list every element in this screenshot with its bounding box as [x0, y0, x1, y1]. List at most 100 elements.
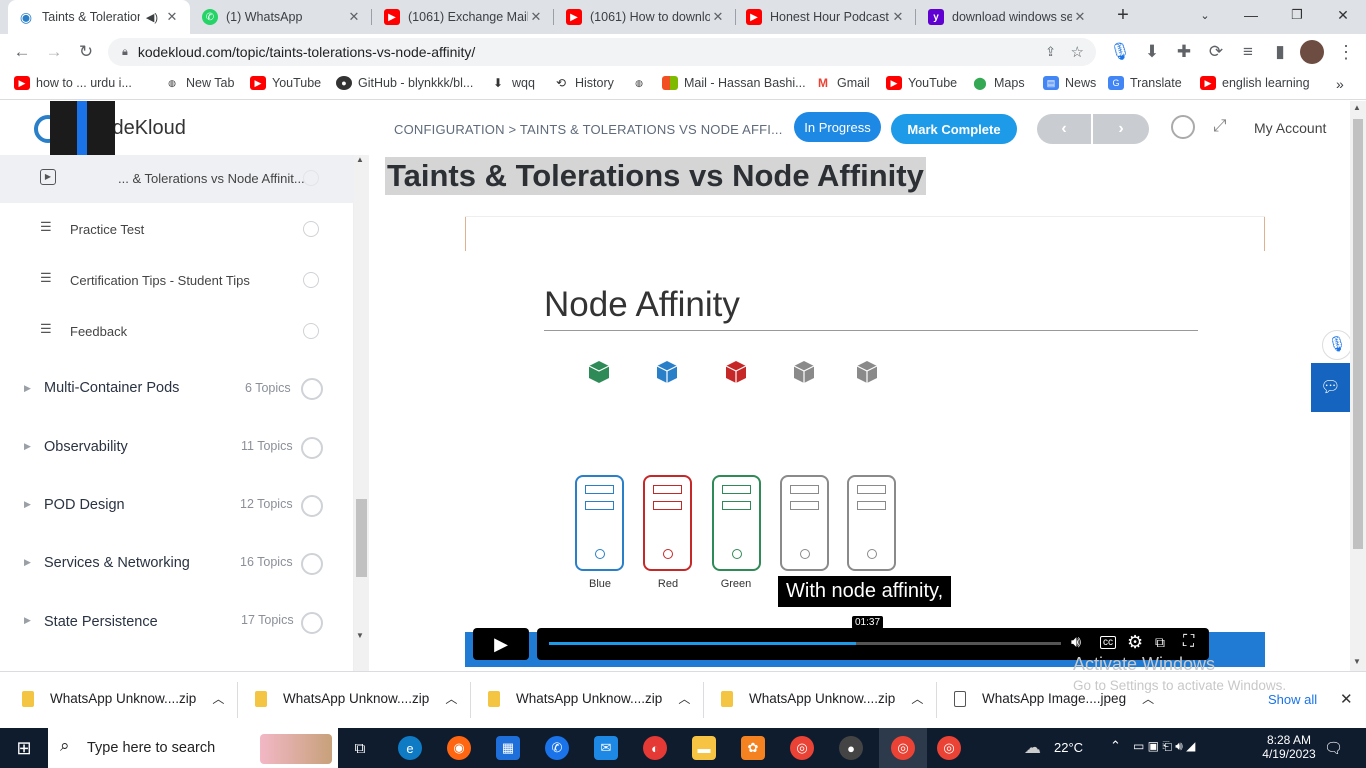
- tab-honest-hour[interactable]: ▶ Honest Hour Podcast ✕: [736, 0, 916, 34]
- sidebar-module-observability[interactable]: ▶ Observability 11 Topics: [0, 417, 354, 475]
- microphone-icon[interactable]: 🎙︎: [1108, 40, 1132, 64]
- close-tab-icon[interactable]: ✕: [164, 9, 180, 25]
- close-tab-icon[interactable]: ✕: [710, 9, 726, 25]
- chrome-profile-icon[interactable]: ◎: [937, 736, 961, 760]
- chevron-up-icon[interactable]: ︿: [445, 690, 457, 707]
- sidebar-scrollbar[interactable]: ▲ ▼: [354, 155, 369, 671]
- app-red-icon[interactable]: ◐: [643, 736, 667, 760]
- scroll-down-icon[interactable]: ▼: [1353, 657, 1361, 666]
- bookmark-item[interactable]: Mail - Hassan Bashi...: [662, 76, 806, 90]
- tab-taints-tolerations[interactable]: ◉ Taints & Toleration ◀) ✕: [8, 0, 190, 34]
- download-item[interactable]: WhatsApp Unknow....zip ︿: [22, 690, 224, 707]
- bookmark-item[interactable]: ▶ YouTube: [886, 76, 957, 90]
- show-hidden-icons-chevron[interactable]: ⌃: [1110, 738, 1121, 754]
- tab-download-windows[interactable]: y download windows se ✕: [918, 0, 1098, 34]
- close-tab-icon[interactable]: ✕: [1072, 9, 1088, 25]
- notifications-icon[interactable]: 🗨︎: [1324, 739, 1343, 757]
- close-tab-icon[interactable]: ✕: [528, 9, 544, 25]
- tab-whatsapp[interactable]: ✆ (1) WhatsApp ✕: [192, 0, 372, 34]
- bookmark-star-icon[interactable]: ☆: [1071, 43, 1084, 61]
- weather-cloud-icon[interactable]: ☁: [1024, 738, 1041, 758]
- extensions-puzzle-icon[interactable]: ✚: [1172, 40, 1196, 64]
- chevron-up-icon[interactable]: ︿: [911, 690, 923, 707]
- close-tab-icon[interactable]: ✕: [890, 9, 906, 25]
- sidebar-lesson-feedback[interactable]: ☰ Feedback: [0, 305, 354, 356]
- dark-mode-toggle-icon[interactable]: [1171, 115, 1195, 139]
- mail-icon[interactable]: ✉: [594, 736, 618, 760]
- scroll-up-icon[interactable]: ▲: [356, 155, 364, 164]
- previous-lesson-button[interactable]: ‹: [1037, 114, 1091, 144]
- address-bar[interactable]: 🔒︎ kodekloud.com/topic/taints-toleration…: [108, 38, 1096, 66]
- picture-in-picture-icon[interactable]: ⧉: [1155, 634, 1165, 651]
- profile-avatar[interactable]: [1300, 40, 1324, 64]
- bookmark-item[interactable]: ▶ YouTube: [250, 76, 321, 90]
- scroll-down-icon[interactable]: ▼: [356, 631, 364, 640]
- tab-search-icon[interactable]: ⌄: [1182, 0, 1228, 30]
- bookmark-item[interactable]: M Gmail: [815, 76, 870, 90]
- close-downloads-icon[interactable]: ✕: [1340, 690, 1353, 708]
- chrome-icon[interactable]: ◎: [790, 736, 814, 760]
- media-control-icon[interactable]: ≡: [1236, 40, 1260, 64]
- download-item[interactable]: WhatsApp Unknow....zip ︿: [721, 690, 923, 707]
- tab-how-to-download[interactable]: ▶ (1061) How to downlo ✕: [556, 0, 736, 34]
- sidebar-module-services-networking[interactable]: ▶ Services & Networking 16 Topics: [0, 533, 354, 591]
- chevron-up-icon[interactable]: ︿: [1142, 690, 1154, 707]
- next-lesson-button[interactable]: ›: [1093, 114, 1149, 144]
- more-bookmarks-icon[interactable]: »: [1336, 76, 1344, 92]
- bookmark-item[interactable]: ⬤ Maps: [972, 76, 1024, 90]
- sidebar-current-lesson[interactable]: ▶ ... & Tolerations vs Node Affinit...: [0, 155, 354, 203]
- speaker-icon[interactable]: ◀): [146, 11, 158, 24]
- close-tab-icon[interactable]: ✕: [346, 9, 362, 25]
- download-item[interactable]: WhatsApp Image....jpeg ︿: [954, 690, 1154, 707]
- chat-bubble-icon[interactable]: 💬︎: [1311, 363, 1350, 412]
- fullscreen-expand-icon[interactable]: ⤢: [1213, 116, 1227, 136]
- scrollbar-thumb[interactable]: [356, 499, 367, 577]
- windows-start-icon[interactable]: ⊞: [12, 736, 36, 760]
- edge-browser-icon[interactable]: e: [398, 736, 422, 760]
- share-icon[interactable]: ⇪: [1045, 44, 1056, 60]
- bookmark-item[interactable]: ⟲ History: [553, 76, 614, 90]
- breadcrumb[interactable]: CONFIGURATION > TAINTS & TOLERATIONS VS …: [394, 122, 783, 137]
- bookmark-item[interactable]: ● GitHub - blynkkk/bl...: [336, 76, 473, 90]
- restore-icon[interactable]: ❐: [1274, 0, 1320, 30]
- volume-icon[interactable]: 🔊︎: [1071, 634, 1081, 652]
- in-progress-button[interactable]: In Progress: [794, 112, 881, 142]
- download-item[interactable]: WhatsApp Unknow....zip ︿: [488, 690, 690, 707]
- chevron-up-icon[interactable]: ︿: [678, 690, 690, 707]
- scrollbar-thumb[interactable]: [1353, 119, 1363, 549]
- reload-icon[interactable]: ↻: [74, 40, 98, 64]
- new-tab-icon[interactable]: +: [1100, 0, 1146, 30]
- weather-temperature[interactable]: 22°C: [1054, 740, 1083, 755]
- bookmark-item[interactable]: ◍: [631, 76, 653, 90]
- taskbar-search-box[interactable]: ⌕ Type here to search: [48, 728, 338, 768]
- firefox-icon[interactable]: ◉: [447, 736, 471, 760]
- extension-download-icon[interactable]: ⬇: [1140, 40, 1164, 64]
- sync-icon[interactable]: ⟳: [1204, 40, 1228, 64]
- tray-icons[interactable]: ▭ ▣ ⎗ 🔊︎ ◢: [1133, 739, 1195, 754]
- taskbar-clock[interactable]: 8:28 AM 4/19/2023: [1258, 733, 1320, 761]
- voice-input-icon[interactable]: 🎙︎: [1322, 330, 1352, 360]
- scroll-up-icon[interactable]: ▲: [1353, 103, 1361, 112]
- obs-icon[interactable]: ●: [839, 736, 863, 760]
- page-scrollbar[interactable]: ▲ ▼: [1350, 101, 1366, 671]
- mark-complete-button[interactable]: Mark Complete: [891, 114, 1017, 144]
- chevron-up-icon[interactable]: ︿: [212, 690, 224, 707]
- bookmark-item[interactable]: ◍ New Tab: [164, 76, 234, 90]
- download-item[interactable]: WhatsApp Unknow....zip ︿: [255, 690, 457, 707]
- back-icon[interactable]: ←: [10, 40, 34, 64]
- task-view-icon[interactable]: ⧉: [348, 736, 372, 760]
- window-close-icon[interactable]: ✕: [1320, 0, 1366, 30]
- menu-kebab-icon[interactable]: ⋮: [1334, 40, 1358, 64]
- settings-gear-icon[interactable]: ⚙: [1127, 632, 1143, 653]
- minimize-icon[interactable]: —: [1228, 0, 1274, 30]
- file-explorer-icon[interactable]: ▬: [692, 736, 716, 760]
- my-account-link[interactable]: My Account: [1254, 120, 1326, 136]
- fullscreen-icon[interactable]: ⛶: [1183, 633, 1194, 651]
- active-chrome-window[interactable]: ◎: [879, 728, 927, 768]
- closed-captions-icon[interactable]: cc: [1100, 636, 1116, 649]
- forward-icon[interactable]: →: [42, 40, 66, 64]
- bookmark-item[interactable]: ▶ english learning: [1200, 76, 1310, 90]
- play-button[interactable]: ▶: [473, 628, 529, 660]
- bookmark-item[interactable]: ⬇ wqq: [490, 76, 535, 90]
- sidebar-module-state-persistence[interactable]: ▶ State Persistence 17 Topics: [0, 591, 354, 649]
